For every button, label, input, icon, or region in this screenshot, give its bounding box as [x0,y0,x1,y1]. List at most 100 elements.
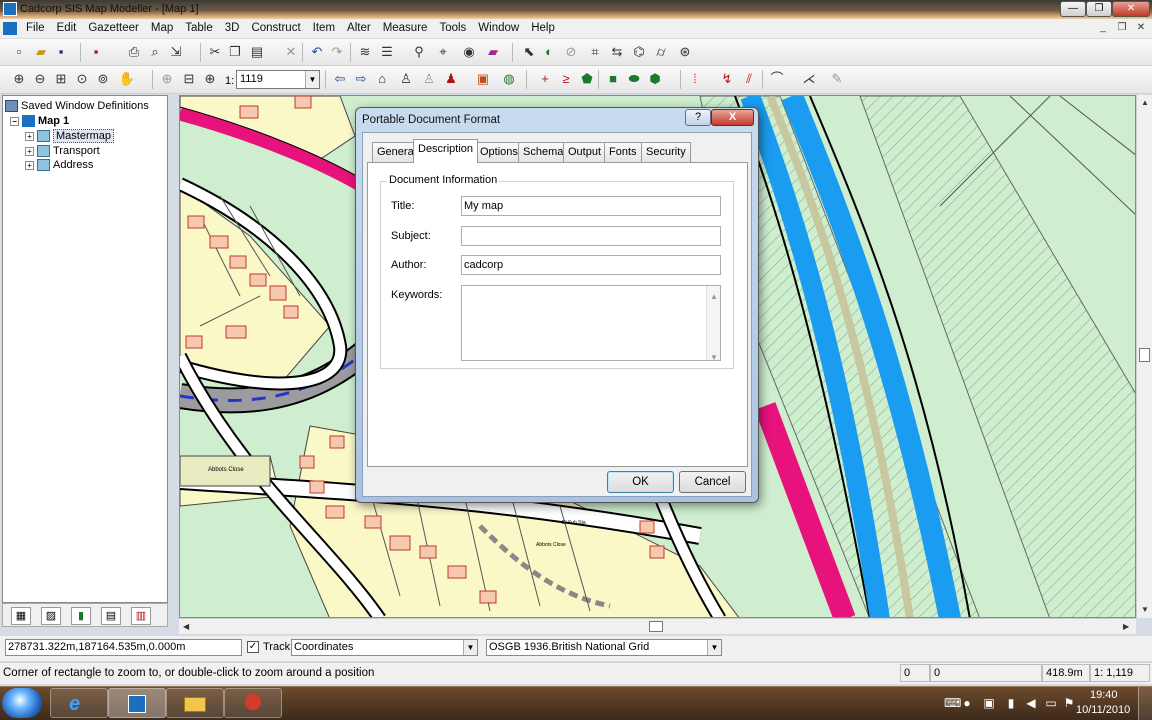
undo-icon[interactable]: ↶ [308,43,326,61]
home-icon[interactable]: ⌂ [373,70,391,88]
tray-chat-icon[interactable]: ● [960,696,974,710]
pan-hand-icon[interactable]: ✋ [118,70,136,88]
restore-icon[interactable]: ❐ [1086,1,1112,17]
add-ellipse-icon[interactable]: ⬬ [625,70,643,88]
horizontal-scroll-thumb[interactable] [649,621,663,632]
scroll-up-icon[interactable]: ▲ [710,288,718,306]
tree-layer-transport[interactable]: + Transport [25,144,100,158]
tray-flag-icon[interactable]: ⚑ [1062,696,1076,710]
tab-output[interactable]: Output [563,142,607,162]
zoom-extent-icon[interactable]: ⊚ [94,70,112,88]
keywords-scrollbar[interactable]: ▲ ▼ [706,286,720,362]
globe-icon[interactable]: ◍ [500,70,518,88]
expand-icon[interactable]: + [25,146,34,156]
print-preview-icon[interactable]: ⌕ [146,43,164,61]
find-icon[interactable]: ◉ [460,43,478,61]
zoom-out-icon[interactable]: ⊖ [31,70,49,88]
export-icon[interactable]: ⇲ [167,43,185,61]
delete-icon[interactable]: ✕ [282,43,300,61]
map-horizontal-scrollbar[interactable]: ◀ ▶ [179,618,1136,634]
deselect-icon[interactable]: ⊘ [562,43,580,61]
mdi-restore-icon[interactable]: ❐ [1114,21,1130,35]
edit-disabled-icon[interactable]: ✎ [828,70,846,88]
trace-icon[interactable]: ↯ [718,70,736,88]
map-vertical-scrollbar[interactable]: ▲ ▼ [1136,95,1152,618]
chart-tab-icon[interactable]: ▮ [71,607,91,625]
zoom-window-icon[interactable]: ⊞ [52,70,70,88]
image-icon[interactable]: ▣ [474,70,492,88]
tab-options[interactable]: Options [475,142,523,162]
paste-icon[interactable]: ▤ [248,43,266,61]
select-pointer-icon[interactable]: ⬉ [520,43,538,61]
scale-combo[interactable]: 1119 ▼ [236,70,320,89]
crs-select[interactable]: OSGB 1936.British National Grid ▼ [486,639,722,656]
polyline-icon[interactable]: ⋌ [800,70,818,88]
tab-schema[interactable]: Schema [518,142,569,162]
add-polygon-icon[interactable]: ⬟ [578,70,596,88]
tray-network-icon[interactable]: ▮ [1004,696,1018,710]
library-tab-icon[interactable]: ▥ [131,607,151,625]
properties-icon[interactable]: ☰ [378,43,396,61]
app-icon[interactable] [3,2,17,16]
menu-alter[interactable]: Alter [341,19,377,38]
measure-icon[interactable]: ⦙ [686,70,704,88]
author-field[interactable]: cadcorp [461,255,721,275]
cancel-button[interactable]: Cancel [679,471,746,493]
save-as-icon[interactable]: ▪ [87,43,105,61]
track-checkbox[interactable]: ✓ [247,641,259,653]
minimize-icon[interactable]: — [1060,1,1086,17]
vertical-scroll-thumb[interactable] [1139,348,1150,362]
menu-file[interactable]: File [20,19,51,38]
scroll-down-icon[interactable]: ▼ [1141,605,1149,614]
collapse-icon[interactable]: − [10,116,19,126]
chevron-down-icon[interactable]: ▼ [463,640,477,655]
add-line-icon[interactable]: ≥ [557,70,575,88]
chevron-down-icon[interactable]: ▼ [305,71,319,88]
layers-icon[interactable]: ≋ [356,43,374,61]
tree-layer-mastermap[interactable]: + Mastermap [25,129,115,143]
print-icon[interactable]: ⎙ [125,43,143,61]
subject-field[interactable] [461,226,721,246]
clock-date[interactable]: 10/11/2010 [1076,704,1130,716]
menu-tools[interactable]: Tools [433,19,472,38]
add-point-icon[interactable]: + [536,70,554,88]
keywords-field[interactable]: ▲ ▼ [461,285,721,362]
menu-help[interactable]: Help [525,19,561,38]
internet-explorer-icon[interactable]: e [50,688,108,718]
snap-icon[interactable]: ⌗ [586,43,604,61]
cut-icon[interactable]: ✂ [206,43,224,61]
mdi-minimize-icon[interactable]: _ [1095,21,1111,35]
vertex-icon[interactable]: ⌬ [630,43,648,61]
zoom-in-icon[interactable]: ⊕ [10,70,28,88]
zoom-centre-icon[interactable]: ⊙ [73,70,91,88]
catalog-tab-icon[interactable]: ▤ [101,607,121,625]
person-icon[interactable]: ♙ [397,70,415,88]
zoom-all-icon[interactable]: ⊕ [201,70,219,88]
add-rectangle-icon[interactable]: ■ [604,70,622,88]
tray-volume-icon[interactable]: ◀ [1024,696,1038,710]
help-button[interactable]: ? [685,109,711,126]
new-icon[interactable]: ▫ [10,43,28,61]
coordinate-field[interactable]: 278731.322m,187164.535m,0.000m [5,639,242,656]
mode-select[interactable]: Coordinates ▼ [291,639,478,656]
scroll-up-icon[interactable]: ▲ [1141,98,1149,107]
cadcorp-taskbar-icon[interactable] [108,688,166,718]
chevron-down-icon[interactable]: ▼ [707,640,721,655]
start-button-icon[interactable] [2,688,42,718]
menu-map[interactable]: Map [145,19,179,38]
menu-window[interactable]: Window [472,19,525,38]
menu-3d[interactable]: 3D [219,19,246,38]
tree-layer-address[interactable]: + Address [25,158,93,172]
tab-security[interactable]: Security [641,142,691,162]
redo-icon[interactable]: ↷ [328,43,346,61]
edit-node-icon[interactable]: ⌭ [652,43,670,61]
parallel-icon[interactable]: ⫽ [740,70,758,88]
overlays-tab-icon[interactable]: ▨ [41,607,61,625]
close-icon[interactable]: ✕ [1112,1,1150,17]
tab-fonts[interactable]: Fonts [604,142,642,162]
menu-edit[interactable]: Edit [51,19,83,38]
close-button[interactable]: X [711,109,754,126]
add-shape-icon[interactable]: ⬢ [646,70,664,88]
forward-arrow-icon[interactable]: ⇨ [352,70,370,88]
clock-time[interactable]: 19:40 [1090,689,1118,701]
